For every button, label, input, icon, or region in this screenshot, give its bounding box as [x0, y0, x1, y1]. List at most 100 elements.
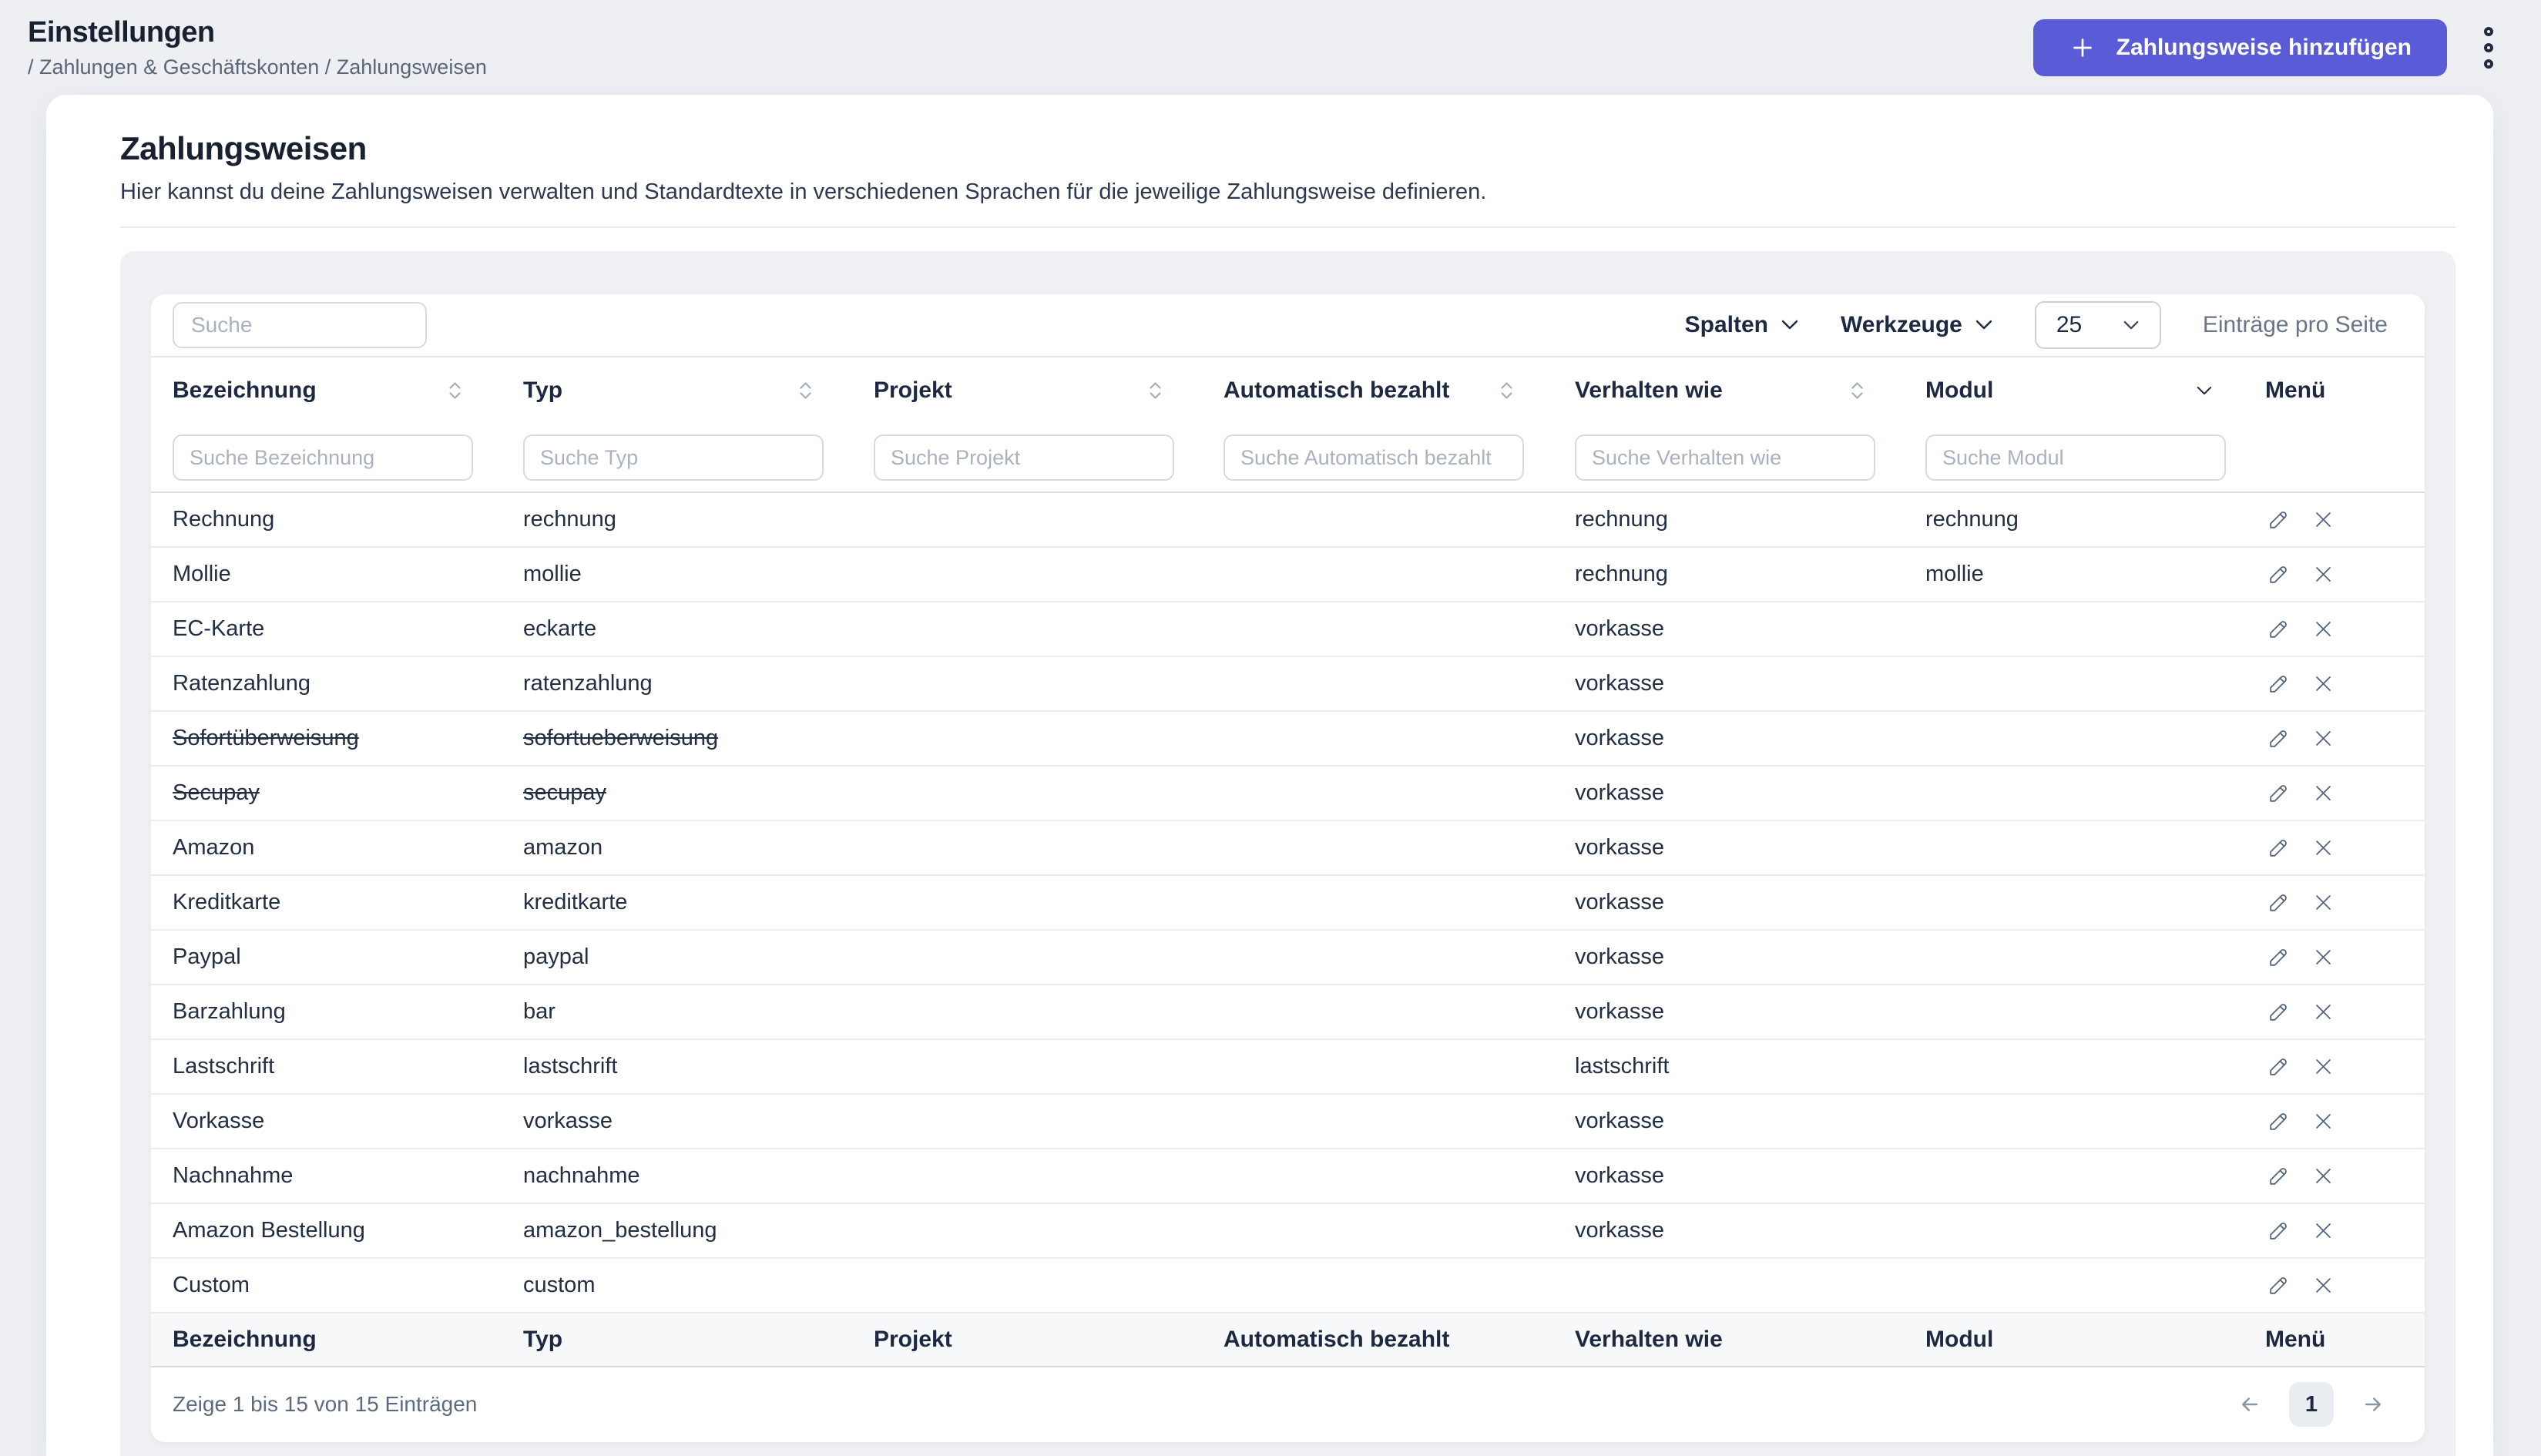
column-header-bezeichnung[interactable]: Bezeichnung: [151, 357, 502, 424]
column-header-projekt[interactable]: Projekt: [852, 357, 1202, 424]
table-row: Amazon amazon vorkasse: [151, 821, 2425, 876]
cell-bezeichnung: Custom: [151, 1259, 502, 1312]
cell-value: lastschrift: [1575, 1054, 1670, 1079]
delete-button[interactable]: [2309, 505, 2338, 534]
edit-button[interactable]: [2264, 997, 2294, 1027]
edit-icon: [2270, 1277, 2287, 1294]
cell-verhalten_wie: vorkasse: [1553, 602, 1904, 656]
column-header-automatisch-bezahlt[interactable]: Automatisch bezahlt: [1202, 357, 1553, 424]
cell-value: vorkasse: [1575, 1163, 1665, 1188]
cell-automatisch_bezahlt: [1202, 548, 1553, 601]
delete-button[interactable]: [2309, 779, 2338, 807]
delete-button[interactable]: [2309, 888, 2338, 917]
delete-button[interactable]: [2309, 834, 2338, 862]
cell-value: Mollie: [173, 562, 231, 586]
cell-value: kreditkarte: [523, 890, 628, 914]
delete-button[interactable]: [2309, 615, 2338, 643]
cell-menu: [2253, 1040, 2425, 1093]
cell-value: rechnung: [1575, 507, 1668, 532]
chevron-down-icon: [1975, 320, 1992, 330]
cell-value: Sofortüberweisung: [173, 726, 359, 750]
kebab-menu-icon[interactable]: [2479, 22, 2498, 73]
edit-button[interactable]: [2264, 1106, 2294, 1136]
filter-input-modul[interactable]: [1925, 434, 2226, 481]
cell-typ: sofortueberweisung: [502, 712, 852, 765]
edit-button[interactable]: [2264, 1052, 2294, 1082]
cell-bezeichnung: Barzahlung: [151, 985, 502, 1038]
cell-typ: kreditkarte: [502, 876, 852, 929]
breadcrumb[interactable]: / Zahlungen & Geschäftskonten / Zahlungs…: [28, 55, 487, 79]
filter-input-bezeichnung[interactable]: [173, 434, 473, 481]
cell-automatisch_bezahlt: [1202, 1149, 1553, 1203]
edit-button[interactable]: [2264, 614, 2294, 644]
tools-dropdown[interactable]: Werkzeuge: [1841, 312, 1993, 338]
column-header-menue: Menü: [2253, 1313, 2425, 1366]
cell-value: Kreditkarte: [173, 890, 281, 914]
delete-button[interactable]: [2309, 1107, 2338, 1136]
table-toolbar: Spalten Werkzeuge 25 Einträge pro Seite: [151, 294, 2425, 356]
delete-button[interactable]: [2309, 1271, 2338, 1300]
edit-button[interactable]: [2264, 887, 2294, 918]
column-header-verhalten-wie[interactable]: Verhalten wie: [1553, 357, 1904, 424]
delete-button[interactable]: [2309, 724, 2338, 753]
cell-value: mollie: [1925, 562, 1984, 586]
columns-dropdown[interactable]: Spalten: [1685, 312, 1799, 338]
app-page-title: Einstellungen: [28, 15, 215, 49]
column-header-typ[interactable]: Typ: [502, 357, 852, 424]
table-row: Ratenzahlung ratenzahlung vorkasse: [151, 657, 2425, 712]
cell-automatisch_bezahlt: [1202, 767, 1553, 820]
search-input[interactable]: [173, 302, 427, 348]
filter-input-verhalten-wie[interactable]: [1575, 434, 1875, 481]
edit-button[interactable]: [2264, 1216, 2294, 1246]
delete-icon: [2316, 786, 2331, 800]
cell-automatisch_bezahlt: [1202, 821, 1553, 874]
cell-bezeichnung: Vorkasse: [151, 1095, 502, 1148]
cell-value: amazon_bestellung: [523, 1218, 717, 1243]
page-number-button[interactable]: 1: [2289, 1382, 2334, 1427]
cell-modul: [1904, 876, 2253, 929]
filter-input-typ[interactable]: [523, 434, 824, 481]
cell-modul: [1904, 1095, 2253, 1148]
cell-modul: [1904, 767, 2253, 820]
delete-button[interactable]: [2309, 1162, 2338, 1190]
edit-button[interactable]: [2264, 833, 2294, 863]
plus-icon: [2073, 38, 2092, 57]
delete-icon: [2316, 1278, 2331, 1293]
edit-button[interactable]: [2264, 669, 2294, 699]
cell-verhalten_wie: vorkasse: [1553, 985, 1904, 1038]
delete-button[interactable]: [2309, 669, 2338, 698]
edit-button[interactable]: [2264, 778, 2294, 808]
delete-button[interactable]: [2309, 1052, 2338, 1081]
sort-icon: [449, 382, 461, 399]
edit-button[interactable]: [2264, 723, 2294, 753]
tools-dropdown-label: Werkzeuge: [1841, 312, 1962, 337]
cell-value: eckarte: [523, 616, 597, 641]
cell-bezeichnung: Mollie: [151, 548, 502, 601]
next-page-button[interactable]: [2355, 1390, 2391, 1419]
filter-input-automatisch-bezahlt[interactable]: [1224, 434, 1524, 481]
cell-bezeichnung: Ratenzahlung: [151, 657, 502, 710]
column-header-label: Projekt: [874, 377, 952, 403]
cell-verhalten_wie: vorkasse: [1553, 1149, 1904, 1203]
cell-value: nachnahme: [523, 1163, 640, 1188]
edit-button[interactable]: [2264, 559, 2294, 589]
add-payment-method-button[interactable]: Zahlungsweise hinzufügen: [2032, 18, 2447, 76]
table-row: Lastschrift lastschrift lastschrift: [151, 1040, 2425, 1095]
delete-button[interactable]: [2309, 560, 2338, 589]
cell-modul: [1904, 931, 2253, 984]
edit-button[interactable]: [2264, 505, 2294, 535]
edit-button[interactable]: [2264, 1161, 2294, 1191]
cell-value: Rechnung: [173, 507, 275, 532]
table-row: Kreditkarte kreditkarte vorkasse: [151, 876, 2425, 931]
filter-input-projekt[interactable]: [874, 434, 1174, 481]
cell-modul: mollie: [1904, 548, 2253, 601]
page-size-select[interactable]: 25: [2034, 301, 2161, 349]
column-header-modul[interactable]: Modul: [1904, 357, 2253, 424]
delete-button[interactable]: [2309, 998, 2338, 1026]
edit-button[interactable]: [2264, 942, 2294, 972]
delete-button[interactable]: [2309, 1216, 2338, 1245]
edit-button[interactable]: [2264, 1270, 2294, 1300]
prev-page-button[interactable]: [2232, 1390, 2267, 1419]
cell-typ: ratenzahlung: [502, 657, 852, 710]
delete-button[interactable]: [2309, 943, 2338, 971]
